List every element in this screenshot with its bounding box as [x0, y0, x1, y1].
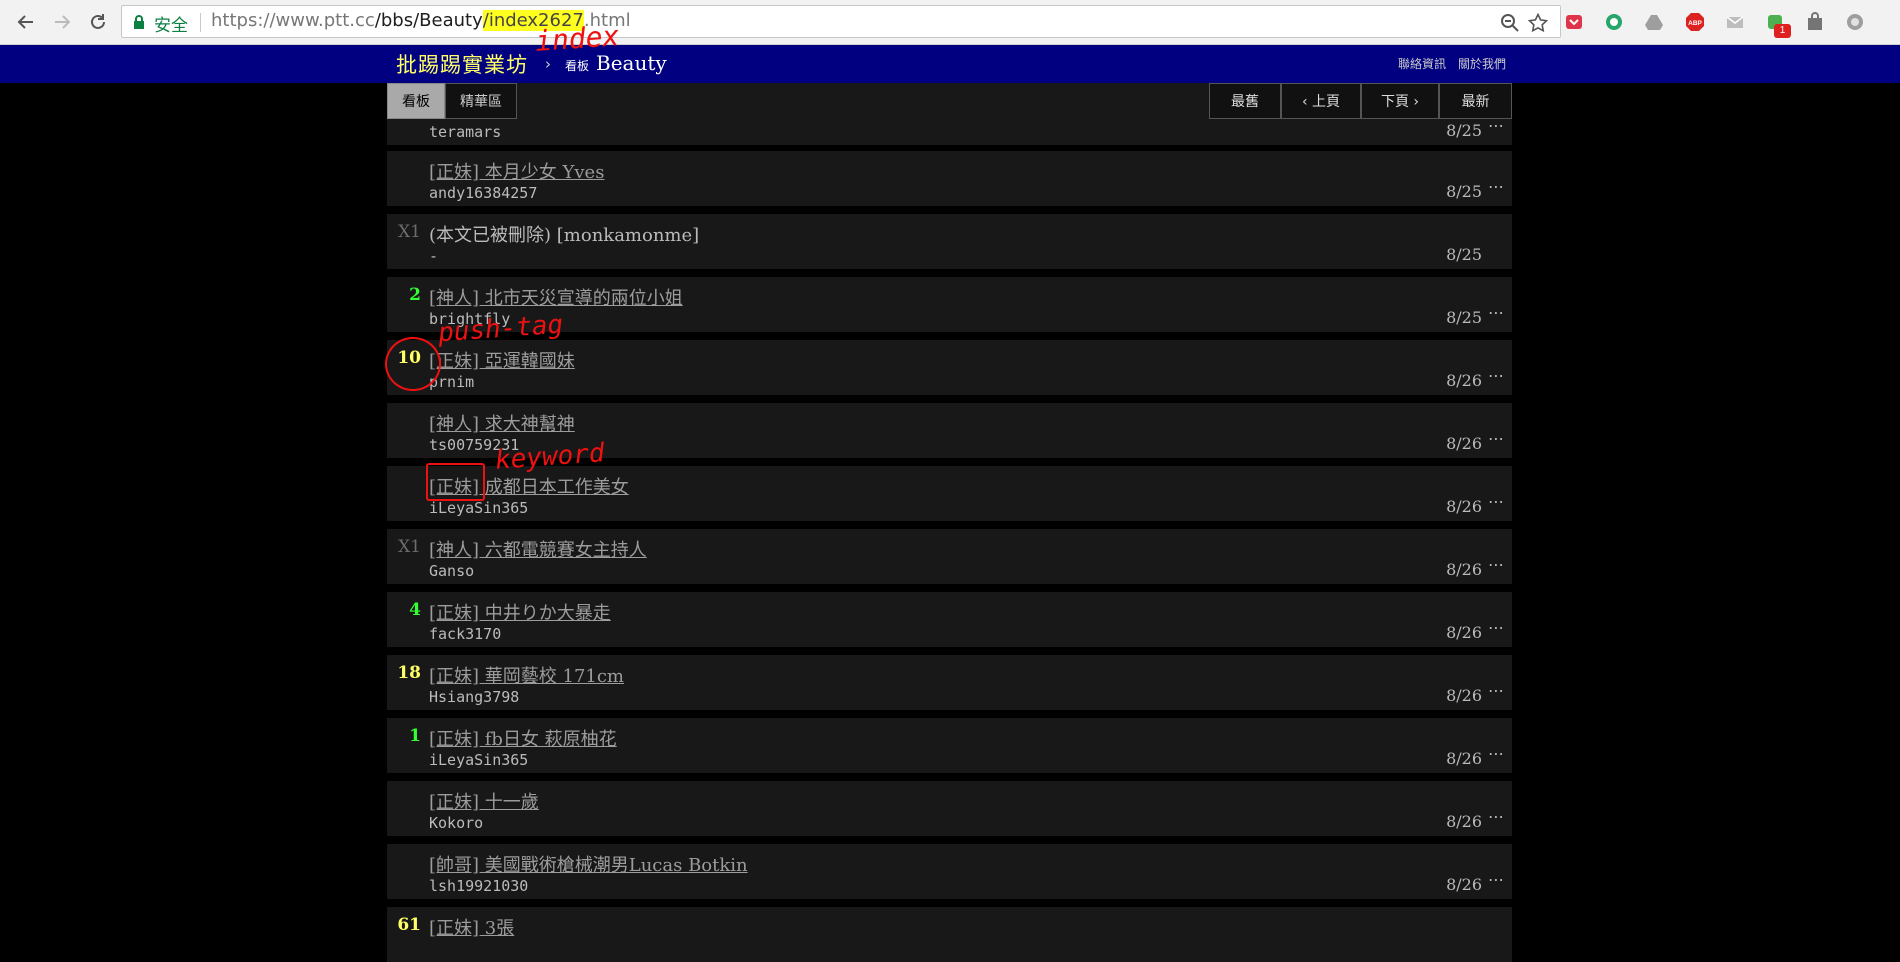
- post-date: 8/26: [1446, 812, 1482, 831]
- post-more-menu[interactable]: ⋯: [1488, 870, 1504, 889]
- post-title-link[interactable]: [神人] 北市天災宣導的兩位小姐: [429, 284, 683, 310]
- post-title-link[interactable]: [正妹] 本月少女 Yves: [429, 158, 604, 184]
- post-date: 8/26: [1446, 560, 1482, 579]
- extension-badge: 1: [1774, 24, 1791, 38]
- url-prefix: https://www.ptt.cc: [211, 10, 375, 31]
- secure-label: 安全: [154, 16, 188, 36]
- pocket-icon[interactable]: [1563, 11, 1585, 33]
- push-count: X1: [398, 537, 421, 557]
- push-count: 61: [397, 915, 421, 935]
- back-arrow-icon: [17, 15, 33, 29]
- post-author: lsh19921030: [429, 877, 529, 895]
- post-date: 8/25: [1446, 245, 1482, 264]
- post-title-link[interactable]: [正妹] 華岡藝校 171cm: [429, 662, 624, 688]
- post-title-link[interactable]: [正妹] fb日女 萩原柚花: [429, 725, 617, 751]
- forward-button[interactable]: [48, 8, 76, 36]
- annotation-keyword-box: [426, 463, 485, 501]
- post-row: X1 [神人] 六都電競賽女主持人 Ganso 8/26 ⋯: [387, 529, 1512, 584]
- post-row: 61 [正妹] 3張: [387, 907, 1512, 962]
- post-author: -: [429, 247, 439, 265]
- back-button[interactable]: [12, 8, 40, 36]
- post-more-menu[interactable]: ⋯: [1488, 303, 1504, 322]
- post-title-link[interactable]: [帥哥] 美國戰術槍械潮男Lucas Botkin: [429, 851, 748, 877]
- tab-essence[interactable]: 精華區: [445, 83, 517, 119]
- tab-board[interactable]: 看板: [387, 83, 445, 119]
- push-count: 2: [409, 285, 421, 305]
- post-row: 4 [正妹] 中井りか大暴走 fack3170 8/26 ⋯: [387, 592, 1512, 647]
- oldest-button[interactable]: 最舊: [1209, 83, 1281, 119]
- shopping-bag-icon[interactable]: [1804, 11, 1826, 33]
- svg-text:ABP: ABP: [1688, 20, 1702, 27]
- post-more-menu[interactable]: ⋯: [1488, 492, 1504, 511]
- post-date: 8/26: [1446, 686, 1482, 705]
- reload-icon: [91, 14, 105, 29]
- post-more-menu[interactable]: ⋯: [1488, 555, 1504, 574]
- post-author: Kokoro: [429, 814, 484, 832]
- forward-arrow-icon: [55, 15, 71, 29]
- post-row: 1 [正妹] fb日女 萩原柚花 iLeyaSin365 8/26 ⋯: [387, 718, 1512, 773]
- post-more-menu[interactable]: ⋯: [1488, 681, 1504, 700]
- post-date: 8/25: [1446, 121, 1482, 140]
- post-author: iLeyaSin365: [429, 499, 529, 517]
- extension-circle-icon[interactable]: [1603, 11, 1625, 33]
- post-date: 8/26: [1446, 623, 1482, 642]
- globe-icon[interactable]: [1844, 11, 1866, 33]
- post-title-link[interactable]: [神人] 求大神幫神: [429, 410, 575, 436]
- annotation-index: index: [533, 19, 621, 58]
- reload-button[interactable]: [84, 8, 112, 36]
- push-count: X1: [398, 222, 421, 242]
- adblock-icon[interactable]: ABP: [1684, 11, 1706, 33]
- post-author: andy16384257: [429, 184, 538, 202]
- post-row: [帥哥] 美國戰術槍械潮男Lucas Botkin lsh19921030 8/26…: [387, 844, 1512, 899]
- newest-button[interactable]: 最新: [1439, 83, 1512, 119]
- post-row: X1 (本文已被刪除) [monkamonme] - 8/25: [387, 214, 1512, 269]
- post-row: [正妹] 成都日本工作美女 iLeyaSin365 8/26 ⋯: [387, 466, 1512, 521]
- post-title-link[interactable]: [神人] 六都電競賽女主持人: [429, 536, 647, 562]
- post-date: 8/26: [1446, 875, 1482, 894]
- post-more-menu[interactable]: ⋯: [1488, 744, 1504, 763]
- post-author: teramars: [429, 123, 502, 141]
- post-title-link[interactable]: [正妹] 十一歲: [429, 788, 539, 814]
- post-author: Hsiang3798: [429, 688, 520, 706]
- post-title-link[interactable]: [正妹] 亞運韓國妹: [429, 347, 575, 373]
- post-more-menu[interactable]: ⋯: [1488, 429, 1504, 448]
- post-author: fack3170: [429, 625, 502, 643]
- post-date: 8/25: [1446, 182, 1482, 201]
- push-count: 1: [409, 726, 421, 746]
- post-more-menu[interactable]: ⋯: [1488, 807, 1504, 826]
- mail-icon[interactable]: [1724, 11, 1746, 33]
- next-page-button[interactable]: 下頁 ›: [1361, 83, 1439, 119]
- drive-icon[interactable]: [1643, 11, 1665, 33]
- post-date: 8/26: [1446, 497, 1482, 516]
- bookmark-star-icon[interactable]: [1528, 13, 1548, 33]
- push-count: 4: [409, 600, 421, 620]
- post-more-menu[interactable]: ⋯: [1488, 177, 1504, 196]
- post-author: iLeyaSin365: [429, 751, 529, 769]
- prev-page-button[interactable]: ‹ 上頁: [1281, 83, 1361, 119]
- annotation-push-circle: [385, 337, 441, 391]
- post-date: 8/26: [1446, 749, 1482, 768]
- post-date: 8/26: [1446, 434, 1482, 453]
- omnibox-divider: [200, 13, 201, 32]
- post-title-link[interactable]: [正妹] 3張: [429, 914, 514, 940]
- post-more-menu[interactable]: ⋯: [1488, 618, 1504, 637]
- lock-icon: [134, 15, 144, 29]
- post-title-link[interactable]: [正妹] 中井りか大暴走: [429, 599, 611, 625]
- post-title-link: (本文已被刪除) [monkamonme]: [429, 225, 700, 246]
- post-author: Ganso: [429, 562, 475, 580]
- post-row: 18 [正妹] 華岡藝校 171cm Hsiang3798 8/26 ⋯: [387, 655, 1512, 710]
- post-more-menu[interactable]: ⋯: [1488, 366, 1504, 385]
- post-date: 8/25: [1446, 308, 1482, 327]
- post-row: [正妹] 十一歲 Kokoro 8/26 ⋯: [387, 781, 1512, 836]
- post-row: 10 [正妹] 亞運韓國妹 prnim 8/26 ⋯: [387, 340, 1512, 395]
- post-date: 8/26: [1446, 371, 1482, 390]
- push-count: 18: [397, 663, 421, 683]
- post-row: [正妹] 本月少女 Yves andy16384257 8/25 ⋯: [387, 151, 1512, 206]
